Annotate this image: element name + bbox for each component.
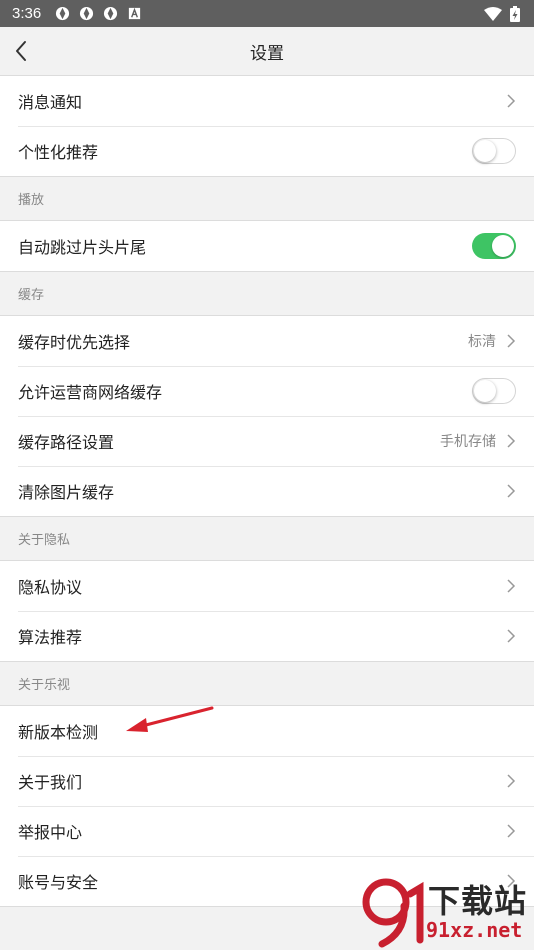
privacy-group: 隐私协议 算法推荐 bbox=[0, 561, 534, 662]
check-update-row[interactable]: 新版本检测 bbox=[0, 706, 534, 756]
watermark: 下载站 91xz.net bbox=[360, 876, 530, 948]
back-arrow-icon[interactable] bbox=[10, 39, 34, 63]
chevron-right-icon bbox=[507, 774, 516, 788]
chevron-right-icon bbox=[507, 629, 516, 643]
auto-skip-label: 自动跳过片头片尾 bbox=[18, 238, 147, 257]
auto-skip-toggle[interactable] bbox=[472, 233, 516, 259]
watermark-text: 下载站 bbox=[428, 882, 528, 920]
algorithm-recommendation-row[interactable]: 算法推荐 bbox=[0, 611, 534, 661]
chevron-right-icon bbox=[507, 579, 516, 593]
chevron-right-icon bbox=[507, 94, 516, 108]
watermark-url: 91xz.net bbox=[426, 918, 523, 942]
personalized-recommendation-row: 个性化推荐 bbox=[0, 126, 534, 176]
chevron-right-icon bbox=[507, 434, 516, 448]
status-time: 3:36 bbox=[12, 5, 42, 22]
general-settings-group: 消息通知 个性化推荐 bbox=[0, 76, 534, 177]
carrier-network-cache-toggle[interactable] bbox=[472, 378, 516, 404]
battery-charging-icon bbox=[510, 5, 520, 22]
section-header-about: 关于乐视 bbox=[0, 662, 534, 706]
notifications-row[interactable]: 消息通知 bbox=[0, 76, 534, 126]
text-notification-icon bbox=[129, 7, 141, 20]
about-us-row[interactable]: 关于我们 bbox=[0, 756, 534, 806]
cache-group: 缓存时优先选择 标清 允许运营商网络缓存 缓存路径设置 手机存储 清除图片缓存 bbox=[0, 316, 534, 517]
app-notification-icon bbox=[104, 6, 118, 21]
cache-priority-row[interactable]: 缓存时优先选择 标清 bbox=[0, 316, 534, 366]
report-center-label: 举报中心 bbox=[18, 823, 83, 842]
notifications-label: 消息通知 bbox=[18, 93, 83, 112]
algorithm-recommendation-label: 算法推荐 bbox=[18, 628, 83, 647]
auto-skip-row: 自动跳过片头片尾 bbox=[0, 221, 534, 271]
page-title: 设置 bbox=[250, 43, 284, 64]
about-us-label: 关于我们 bbox=[18, 773, 83, 792]
carrier-network-cache-label: 允许运营商网络缓存 bbox=[18, 383, 163, 402]
section-header-cache: 缓存 bbox=[0, 272, 534, 316]
status-bar: 3:36 bbox=[0, 0, 534, 27]
personalized-recommendation-toggle[interactable] bbox=[472, 138, 516, 164]
playback-group: 自动跳过片头片尾 bbox=[0, 221, 534, 272]
personalized-recommendation-label: 个性化推荐 bbox=[18, 143, 99, 162]
app-notification-icon bbox=[56, 6, 70, 21]
chevron-right-icon bbox=[507, 824, 516, 838]
cache-path-value: 手机存储 bbox=[440, 434, 496, 450]
cache-priority-label: 缓存时优先选择 bbox=[18, 333, 131, 352]
chevron-right-icon bbox=[507, 334, 516, 348]
watermark-logo-icon bbox=[362, 878, 424, 948]
cache-path-label: 缓存路径设置 bbox=[18, 433, 115, 452]
wifi-icon bbox=[484, 6, 502, 21]
report-center-row[interactable]: 举报中心 bbox=[0, 806, 534, 856]
carrier-network-cache-row: 允许运营商网络缓存 bbox=[0, 366, 534, 416]
check-update-label: 新版本检测 bbox=[18, 723, 99, 742]
cache-path-row[interactable]: 缓存路径设置 手机存储 bbox=[0, 416, 534, 466]
cache-priority-value: 标清 bbox=[468, 334, 496, 350]
nav-bar: 设置 bbox=[0, 27, 534, 76]
clear-image-cache-label: 清除图片缓存 bbox=[18, 483, 115, 502]
section-header-playback: 播放 bbox=[0, 177, 534, 221]
privacy-policy-label: 隐私协议 bbox=[18, 578, 83, 597]
section-header-privacy: 关于隐私 bbox=[0, 517, 534, 561]
app-notification-icon bbox=[80, 6, 94, 21]
clear-image-cache-row[interactable]: 清除图片缓存 bbox=[0, 466, 534, 516]
privacy-policy-row[interactable]: 隐私协议 bbox=[0, 561, 534, 611]
chevron-right-icon bbox=[507, 484, 516, 498]
